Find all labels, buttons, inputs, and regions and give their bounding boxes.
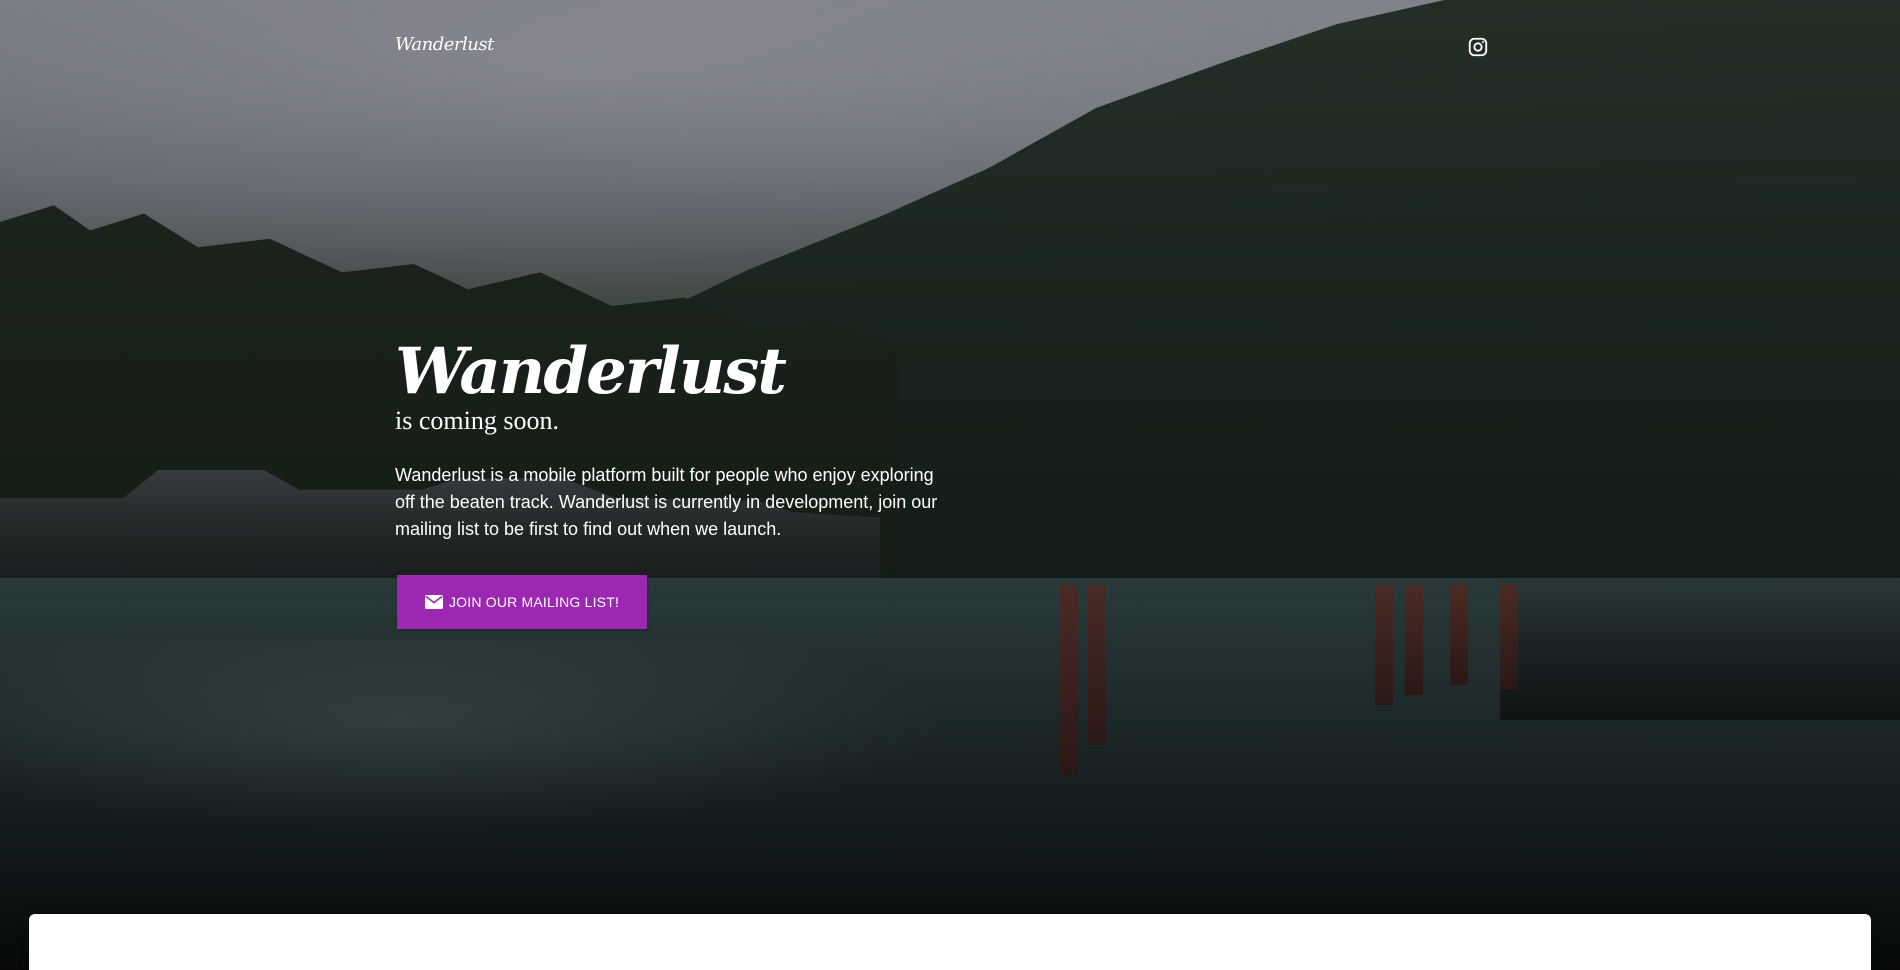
instagram-link[interactable] [1467,36,1489,58]
water-reflection [0,640,1000,840]
hero-description: Wanderlust is a mobile platform built fo… [395,465,938,539]
piling [1405,585,1423,695]
instagram-icon [1468,37,1488,57]
top-nav: Wanderlust [0,0,1900,90]
pilings-background [1060,585,1900,785]
piling [1450,585,1468,685]
content-card [29,914,1871,970]
hero-content: Wanderlust is coming soon. Wanderlust is… [395,340,955,543]
hero-title: Wanderlust [395,334,787,409]
hero-section: Wanderlust Wanderlust is coming soon. Wa… [0,0,1900,970]
piling [1375,585,1393,705]
piling [1088,585,1106,745]
brand-logo[interactable]: Wanderlust [395,34,494,55]
envelope-icon [424,595,443,609]
piling [1060,585,1078,775]
piling [1500,585,1518,690]
hero-subtitle: is coming soon. [395,406,559,435]
join-mailing-list-button[interactable]: JOIN OUR MAILING LIST! [397,575,647,629]
cta-label: JOIN OUR MAILING LIST! [448,594,620,610]
